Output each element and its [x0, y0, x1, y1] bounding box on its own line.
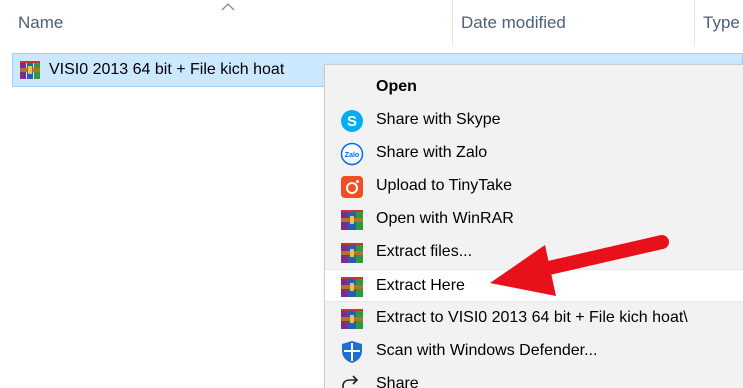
menu-item-extract-to-folder[interactable]: Extract to VISI0 2013 64 bit + File kich…	[325, 302, 743, 335]
menu-item-label: Scan with Windows Defender...	[376, 342, 598, 359]
svg-text:S: S	[347, 113, 357, 130]
menu-item-open-with-winrar[interactable]: Open with WinRAR	[325, 203, 743, 236]
menu-item-label: Share	[376, 375, 419, 388]
menu-item-label: Share with Skype	[376, 111, 501, 128]
menu-item-label: Extract files...	[376, 243, 473, 260]
menu-item-label: Open with WinRAR	[376, 210, 514, 227]
file-name: VISI0 2013 64 bit + File kich hoat	[49, 61, 285, 78]
menu-item-upload-to-tinytake[interactable]: Upload to TinyTake	[325, 170, 743, 203]
column-header-row: Name Date modified Type	[0, 0, 743, 46]
menu-item-label: Share with Zalo	[376, 144, 488, 161]
winrar-archive-icon	[20, 61, 40, 79]
column-header-date-modified[interactable]: Date modified	[452, 0, 694, 46]
menu-item-label: Extract to VISI0 2013 64 bit + File kich…	[376, 309, 688, 326]
menu-item-label: Open	[376, 78, 417, 95]
winrar-icon	[341, 243, 363, 263]
tinytake-icon	[341, 176, 363, 198]
windows-defender-icon	[342, 341, 362, 363]
zalo-icon: Zalo	[340, 142, 364, 166]
menu-item-label: Upload to TinyTake	[376, 177, 513, 194]
share-icon	[342, 375, 359, 388]
menu-item-scan-with-windows-defender[interactable]: Scan with Windows Defender...	[325, 335, 743, 368]
menu-item-label: Extract Here	[376, 277, 465, 294]
menu-item-open[interactable]: Open	[325, 71, 743, 104]
menu-item-share-with-zalo[interactable]: Zalo Share with Zalo	[325, 137, 743, 170]
skype-icon: S	[341, 110, 363, 132]
column-date-label: Date modified	[461, 13, 566, 32]
menu-item-share[interactable]: Share	[325, 368, 743, 388]
winrar-icon	[341, 277, 363, 297]
column-name-label: Name	[18, 13, 64, 32]
column-type-label: Type	[703, 13, 740, 32]
menu-item-share-with-skype[interactable]: S Share with Skype	[325, 104, 743, 137]
menu-item-extract-files[interactable]: Extract files...	[325, 236, 743, 269]
svg-text:Zalo: Zalo	[345, 152, 359, 159]
menu-item-extract-here[interactable]: Extract Here	[325, 269, 743, 302]
winrar-icon	[341, 309, 363, 329]
context-menu: Open S Share with Skype Zalo Share with …	[324, 64, 743, 388]
column-header-type[interactable]: Type	[694, 0, 743, 46]
winrar-icon	[341, 210, 363, 230]
sort-ascending-icon	[221, 3, 235, 11]
